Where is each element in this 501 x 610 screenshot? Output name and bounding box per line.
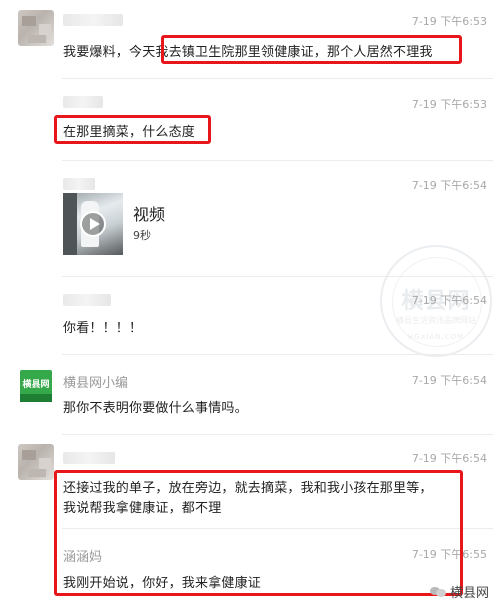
sender-name-blurred <box>63 14 123 26</box>
video-thumbnail[interactable] <box>63 193 123 255</box>
video-duration: 9秒 <box>133 229 151 242</box>
avatar[interactable] <box>18 10 54 46</box>
message-time: 7-19 下午6:53 <box>411 98 487 111</box>
avatar[interactable] <box>18 444 54 480</box>
message-time: 7-19 下午6:54 <box>411 179 487 192</box>
sender-name-blurred <box>63 178 95 190</box>
watermark-subtitle: 横县生活资讯品牌网站 <box>396 316 476 325</box>
play-icon[interactable] <box>80 211 106 237</box>
sender-name[interactable]: 横县网小编 <box>63 372 128 391</box>
avatar-logo-text: 横县网 <box>22 380 50 390</box>
sender-name-blurred <box>63 452 115 464</box>
message-text[interactable]: 那你不表明你要做什么事情吗。 <box>63 397 248 416</box>
highlight-box <box>161 35 462 64</box>
highlight-box <box>54 115 211 144</box>
divider <box>62 276 493 277</box>
message-time: 7-19 下午6:54 <box>411 374 487 387</box>
divider <box>62 78 493 79</box>
message-time: 7-19 下午6:54 <box>411 452 487 465</box>
message-text[interactable]: 你看！！！！ <box>63 317 142 336</box>
message-time: 7-19 下午6:53 <box>411 15 487 28</box>
video-label[interactable]: 视频 <box>133 201 165 225</box>
divider <box>62 434 493 435</box>
divider <box>62 160 493 161</box>
watermark-bottom: HGXIAN.COM <box>407 333 465 341</box>
chat-page: 横县网 横县生活资讯品牌网站 HGXIAN.COM 7-19 下午6:53 我要… <box>0 0 501 610</box>
brand-name: 横县网 <box>449 586 489 601</box>
message-text-prefix: 我要爆料，今天 <box>63 45 156 60</box>
brand-signature: 横县网 <box>429 582 489 601</box>
wechat-icon <box>429 585 446 598</box>
sender-name-blurred <box>63 294 111 306</box>
message-time: 7-19 下午6:54 <box>411 294 487 307</box>
highlight-box <box>54 470 463 596</box>
sender-name-blurred <box>63 96 103 108</box>
divider <box>62 354 493 355</box>
avatar[interactable]: 横县网 <box>20 370 52 402</box>
